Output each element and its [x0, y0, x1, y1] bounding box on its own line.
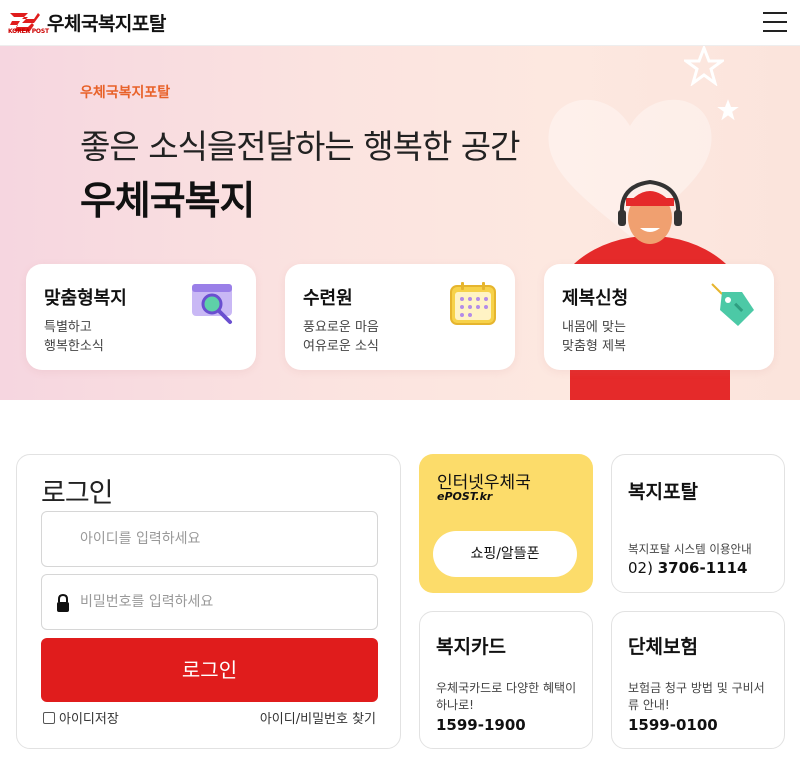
star-icon [684, 46, 724, 86]
id-field[interactable] [41, 511, 378, 567]
header: KOREA POST 우체국복지포탈 [0, 0, 800, 46]
tile-title: 복지포탈 [628, 481, 698, 503]
checkbox-icon[interactable] [43, 711, 55, 724]
card-uniform-request[interactable]: 제복신청 내몸에 맞는 맞춤형 제복 [544, 264, 774, 370]
password-input[interactable] [42, 575, 377, 629]
phone-number: 3706-1114 [657, 559, 748, 577]
password-field[interactable] [41, 574, 378, 630]
price-tag-icon [711, 283, 754, 326]
card-desc: 특별하고 행복한소식 [44, 320, 104, 354]
id-input[interactable] [42, 512, 377, 566]
welfare-card-tile[interactable]: 복지카드 우체국카드로 다양한 혜택이 하나로! 1599-1900 [419, 611, 593, 749]
save-id-checkbox[interactable]: 아이디저장 [43, 708, 119, 727]
logo-text: KOREA POST [8, 28, 49, 35]
welfare-portal-tile[interactable]: 복지포탈 복지포탈 시스템 이용안내 02) 3706-1114 [611, 454, 785, 593]
card-title: 맞춤형복지 [44, 288, 127, 309]
epost-logo-text: ePOST.kr [437, 490, 493, 503]
hamburger-menu-icon[interactable] [763, 12, 787, 34]
card-title: 제복신청 [562, 288, 629, 309]
login-title: 로그인 [41, 478, 114, 509]
card-desc: 내몸에 맞는 맞춤형 제복 [562, 320, 626, 354]
hero-tag: 우체국복지포탈 [80, 85, 171, 101]
search-window-icon [192, 284, 232, 324]
card-training-center[interactable]: 수련원 풍요로운 마음 여유로운 소식 [285, 264, 515, 370]
brand-title[interactable]: 우체국복지포탈 [47, 9, 166, 36]
hero-banner: 우체국복지포탈 좋은 소식을전달하는 행복한 공간 우체국복지 맞춤형복지 특별… [0, 46, 800, 400]
find-account-link[interactable]: 아이디/비밀번호 찾기 [260, 708, 376, 727]
tile-phone: 1599-1900 [436, 716, 526, 734]
tile-phone: 02) 3706-1114 [628, 559, 747, 577]
login-panel: 로그인 로그인 아이디저장 아이디/비밀번호 찾기 [16, 454, 401, 749]
hero-title: 우체국복지 [80, 179, 255, 224]
card-desc: 풍요로운 마음 여유로운 소식 [303, 320, 379, 354]
phone-prefix: 02) [628, 559, 653, 577]
star-icon [717, 99, 739, 121]
shopping-phone-button[interactable]: 쇼핑/알뜰폰 [433, 531, 577, 577]
group-insurance-tile[interactable]: 단체보험 보험금 청구 방법 및 구비서 류 안내! 1599-0100 [611, 611, 785, 749]
tile-desc: 우체국카드로 다양한 혜택이 하나로! [436, 681, 577, 712]
save-id-label: 아이디저장 [59, 712, 119, 727]
card-custom-welfare[interactable]: 맞춤형복지 특별하고 행복한소식 [26, 264, 256, 370]
tile-desc: 복지포탈 시스템 이용안내 [628, 542, 752, 556]
tile-desc: 보험금 청구 방법 및 구비서 류 안내! [628, 681, 765, 712]
tile-title: 단체보험 [628, 636, 698, 658]
card-title: 수련원 [303, 288, 353, 309]
calendar-icon [450, 282, 496, 325]
epost-tile[interactable]: 인터넷우체국 ePOST.kr 쇼핑/알뜰폰 [419, 454, 593, 593]
login-button[interactable]: 로그인 [41, 638, 378, 702]
tile-title: 복지카드 [436, 636, 506, 658]
tile-phone: 1599-0100 [628, 716, 718, 734]
hero-subtitle: 좋은 소식을전달하는 행복한 공간 [80, 127, 521, 166]
